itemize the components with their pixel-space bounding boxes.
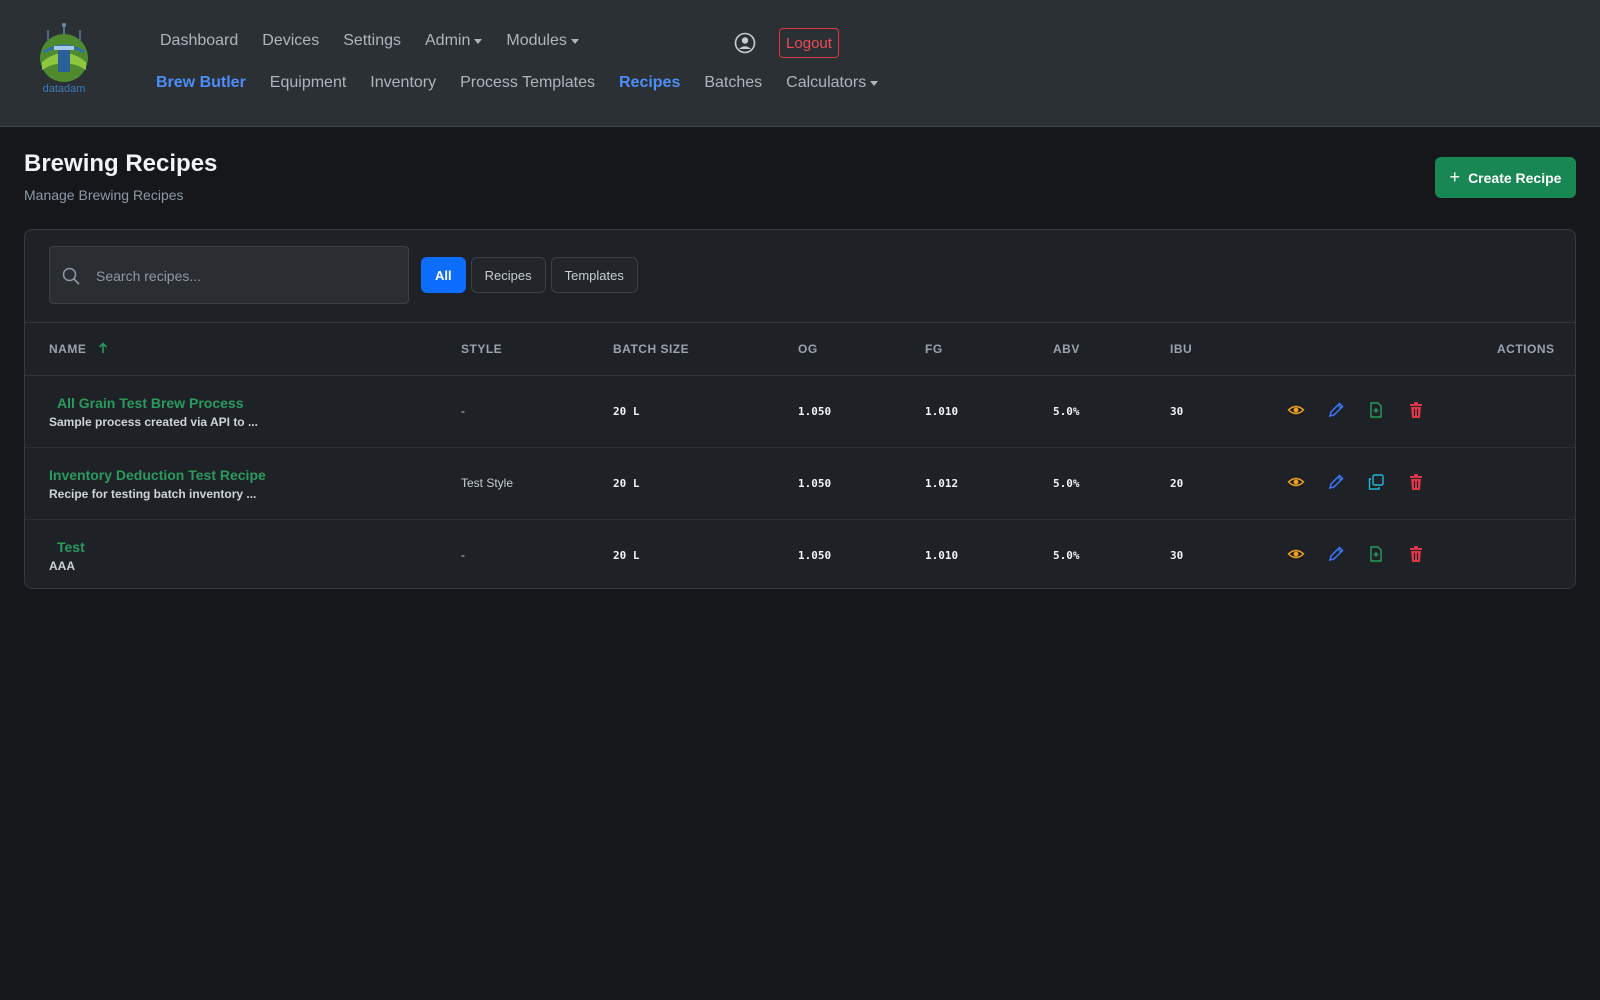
edit-pencil-icon[interactable] xyxy=(1327,401,1345,419)
subnav-inventory-label: Inventory xyxy=(370,74,437,91)
copy-icon[interactable] xyxy=(1367,473,1385,491)
recipe-name-link[interactable]: Test xyxy=(57,539,85,555)
subnav-equipment[interactable]: Equipment xyxy=(270,74,347,92)
recipe-name-link[interactable]: Inventory Deduction Test Recipe xyxy=(49,467,266,483)
edit-pencil-icon[interactable] xyxy=(1327,473,1345,491)
recipe-name-link[interactable]: All Grain Test Brew Process xyxy=(57,395,243,411)
nav-admin-dropdown[interactable]: Admin xyxy=(425,32,483,50)
top-navbar: datadam Dashboard Devices Settings Admin… xyxy=(0,0,1600,127)
search-icon xyxy=(62,267,80,285)
create-recipe-button[interactable]: + Create Recipe xyxy=(1435,157,1576,198)
recipe-ibu: 30 xyxy=(1170,548,1184,562)
logout-button[interactable]: Logout xyxy=(779,28,839,58)
subnav-batches[interactable]: Batches xyxy=(704,74,762,92)
page-subtitle: Manage Brewing Recipes xyxy=(24,187,184,203)
view-eye-icon[interactable] xyxy=(1287,473,1305,491)
table-row[interactable]: Inventory Deduction Test Recipe Recipe f… xyxy=(25,447,1575,520)
subnav-recipes-label: Recipes xyxy=(618,74,681,91)
caret-down-icon xyxy=(474,38,483,44)
brand-logo[interactable]: datadam xyxy=(34,22,94,96)
subnav-process-templates-label: Process Templates xyxy=(460,74,595,91)
recipe-description: Sample process created via API to ... xyxy=(49,415,258,429)
recipe-batch-size: 20 L xyxy=(613,548,640,562)
column-header-og[interactable]: OG xyxy=(798,342,818,356)
edit-pencil-icon[interactable] xyxy=(1327,545,1345,563)
page-title: Brewing Recipes xyxy=(24,150,218,177)
search-input[interactable] xyxy=(94,247,398,305)
nav-modules-label: Modules xyxy=(506,32,567,49)
view-eye-icon[interactable] xyxy=(1287,401,1305,419)
trash-icon[interactable] xyxy=(1407,545,1425,563)
subnav-brew-butler-label: Brew Butler xyxy=(156,74,246,91)
nav-settings[interactable]: Settings xyxy=(343,32,401,50)
column-name-label: NAME xyxy=(49,342,87,356)
column-header-name[interactable]: NAME xyxy=(49,342,108,356)
recipe-ibu: 20 xyxy=(1170,476,1184,490)
nav-dashboard[interactable]: Dashboard xyxy=(160,32,238,50)
recipe-abv: 5.0% xyxy=(1053,476,1080,490)
recipe-fg: 1.010 xyxy=(925,548,959,562)
recipe-abv: 5.0% xyxy=(1053,548,1080,562)
recipe-description: AAA xyxy=(49,559,75,573)
table-header: NAME STYLE BATCH SIZE OG FG ABV IBU ACTI… xyxy=(25,322,1575,376)
logo-text: datadam xyxy=(43,83,86,95)
nav-admin-label: Admin xyxy=(425,32,471,49)
subnav-calculators-dropdown[interactable]: Calculators xyxy=(786,74,879,92)
table-row[interactable]: All Grain Test Brew Process Sample proce… xyxy=(25,375,1575,448)
subnav-inventory[interactable]: Inventory xyxy=(370,74,436,92)
nav-devices-label: Devices xyxy=(262,32,320,49)
file-plus-icon[interactable] xyxy=(1367,545,1385,563)
recipe-og: 1.050 xyxy=(798,548,832,562)
caret-down-icon xyxy=(870,80,879,86)
create-recipe-label: Create Recipe xyxy=(1468,169,1562,186)
recipe-fg: 1.012 xyxy=(925,476,959,490)
subnav-process-templates[interactable]: Process Templates xyxy=(460,74,595,92)
nav-modules-dropdown[interactable]: Modules xyxy=(506,32,579,50)
recipe-abv: 5.0% xyxy=(1053,404,1080,418)
file-plus-icon[interactable] xyxy=(1367,401,1385,419)
column-header-actions: ACTIONS xyxy=(1497,342,1555,356)
plus-icon: + xyxy=(1449,167,1461,187)
subnav-recipes[interactable]: Recipes xyxy=(619,74,680,92)
column-header-fg[interactable]: FG xyxy=(925,342,943,356)
table-row[interactable]: Test AAA - 20 L 1.050 1.010 5.0% 30 xyxy=(25,519,1575,591)
recipe-style: - xyxy=(461,548,465,562)
recipe-description: Recipe for testing batch inventory ... xyxy=(49,487,257,501)
trash-icon[interactable] xyxy=(1407,401,1425,419)
recipe-style: Test Style xyxy=(461,476,514,490)
subnav-batches-label: Batches xyxy=(704,74,763,91)
nav-settings-label: Settings xyxy=(343,32,401,49)
recipe-style: - xyxy=(461,404,465,418)
recipes-card: All Recipes Templates NAME STYLE BATCH S… xyxy=(24,229,1576,589)
column-header-style[interactable]: STYLE xyxy=(461,342,502,356)
nav-dashboard-label: Dashboard xyxy=(160,32,239,49)
primary-nav: Dashboard Devices Settings Admin Modules xyxy=(148,32,591,50)
trash-icon[interactable] xyxy=(1407,473,1425,491)
recipe-og: 1.050 xyxy=(798,476,832,490)
recipe-ibu: 30 xyxy=(1170,404,1184,418)
view-eye-icon[interactable] xyxy=(1287,545,1305,563)
filter-templates-button[interactable]: Templates xyxy=(550,257,638,293)
caret-down-icon xyxy=(570,38,579,44)
recipe-fg: 1.010 xyxy=(925,404,959,418)
subnav-calculators-label: Calculators xyxy=(786,74,867,91)
user-circle-icon[interactable] xyxy=(734,32,756,54)
column-header-ibu[interactable]: IBU xyxy=(1170,342,1192,356)
column-header-batch-size[interactable]: BATCH SIZE xyxy=(613,342,689,356)
search-box xyxy=(49,246,409,305)
recipe-batch-size: 20 L xyxy=(613,404,640,418)
filter-recipes-button[interactable]: Recipes xyxy=(470,257,546,293)
subnav-equipment-label: Equipment xyxy=(269,74,347,91)
recipe-og: 1.050 xyxy=(798,404,832,418)
filter-all-button[interactable]: All xyxy=(421,257,466,293)
sort-ascending-icon xyxy=(99,342,108,353)
filter-group: All Recipes Templates xyxy=(421,257,643,293)
recipe-batch-size: 20 L xyxy=(613,476,640,490)
subnav-brew-butler[interactable]: Brew Butler xyxy=(156,74,246,92)
module-subnav: Brew Butler Equipment Inventory Process … xyxy=(144,74,890,92)
column-header-abv[interactable]: ABV xyxy=(1053,342,1080,356)
nav-devices[interactable]: Devices xyxy=(262,32,319,50)
